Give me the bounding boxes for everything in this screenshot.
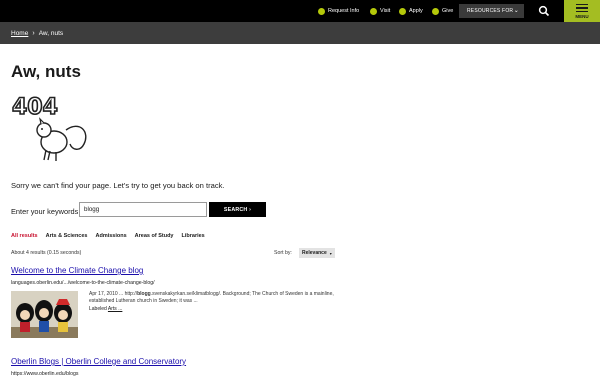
- request-info-label: Request Info: [328, 8, 360, 14]
- page-title: Aw, nuts: [11, 62, 81, 81]
- top-utility-bar: Request Info Visit Apply Give RESOURCES …: [0, 0, 600, 22]
- search-button[interactable]: SEARCH ›: [209, 202, 266, 217]
- breadcrumb-home-link[interactable]: Home: [11, 30, 28, 37]
- apply-label: Apply: [409, 8, 423, 14]
- tab-all-results[interactable]: All results: [11, 233, 38, 239]
- snippet-date: Apr 17, 2010 ... http://: [89, 291, 138, 297]
- give-link[interactable]: Give: [432, 0, 453, 22]
- hamburger-icon-bar: [576, 10, 588, 13]
- cartoon-characters-image: [11, 291, 78, 338]
- chevron-right-icon: ›: [32, 29, 35, 37]
- apply-link[interactable]: Apply: [399, 0, 423, 22]
- tab-libraries[interactable]: Libraries: [182, 233, 205, 239]
- chevron-down-icon: ▾: [329, 250, 332, 256]
- check-circle-icon: [399, 7, 406, 15]
- label-link-arts[interactable]: Arts ...: [108, 306, 122, 312]
- sort-select[interactable]: Relevance ▾: [299, 248, 335, 258]
- sort-label: Sort by:: [274, 250, 292, 256]
- tab-admissions[interactable]: Admissions: [95, 233, 126, 239]
- labeled-prefix: Labeled: [89, 306, 108, 312]
- give-label: Give: [442, 8, 454, 14]
- result-title-link[interactable]: Oberlin Blogs | Oberlin College and Cons…: [11, 357, 186, 366]
- result-labels: Labeled Arts ...: [89, 306, 122, 312]
- hamburger-icon-bar: [576, 3, 588, 6]
- hamburger-icon-bar: [576, 7, 588, 9]
- keywords-input[interactable]: [79, 202, 207, 217]
- resources-for-label: RESOURCES FOR: [467, 8, 514, 14]
- menu-button[interactable]: MENU: [564, 0, 600, 22]
- info-icon: [318, 7, 325, 15]
- visit-link[interactable]: Visit: [370, 0, 390, 22]
- not-found-message: Sorry we can't find your page. Let's try…: [11, 181, 225, 190]
- result-title-link[interactable]: Welcome to the Climate Change blog: [11, 266, 143, 275]
- result-url: https://www.oberlin.edu/blogs: [11, 371, 79, 377]
- gift-icon: [432, 7, 439, 15]
- 404-squirrel-illustration: 404: [11, 94, 87, 161]
- breadcrumb-current: Aw, nuts: [38, 29, 64, 37]
- result-snippet: Apr 17, 2010 ... http://blogg.svenskakyr…: [89, 291, 349, 306]
- snippet-highlight: blogg: [137, 291, 151, 297]
- 404-text: 404: [12, 95, 58, 120]
- visit-label: Visit: [380, 8, 391, 14]
- tab-arts-sciences[interactable]: Arts & Sciences: [46, 233, 88, 239]
- keywords-label: Enter your keywords: [11, 207, 79, 216]
- result-filter-tabs: All results Arts & Sciences Admissions A…: [11, 233, 213, 239]
- tab-areas-of-study[interactable]: Areas of Study: [135, 233, 174, 239]
- breadcrumb: Home › Aw, nuts: [0, 22, 600, 44]
- result-url: languages.oberlin.edu/.../welcome-to-the…: [11, 280, 155, 286]
- menu-label: MENU: [575, 14, 589, 20]
- search-icon[interactable]: [538, 5, 550, 17]
- sort-value: Relevance: [302, 250, 327, 256]
- resources-for-dropdown[interactable]: RESOURCES FOR ⌄: [459, 4, 524, 18]
- map-pin-icon: [370, 7, 377, 15]
- result-thumbnail[interactable]: [11, 291, 78, 338]
- chevron-down-icon: ⌄: [513, 8, 519, 14]
- result-count: About 4 results (0.15 seconds): [11, 250, 82, 256]
- request-info-link[interactable]: Request Info: [318, 0, 359, 22]
